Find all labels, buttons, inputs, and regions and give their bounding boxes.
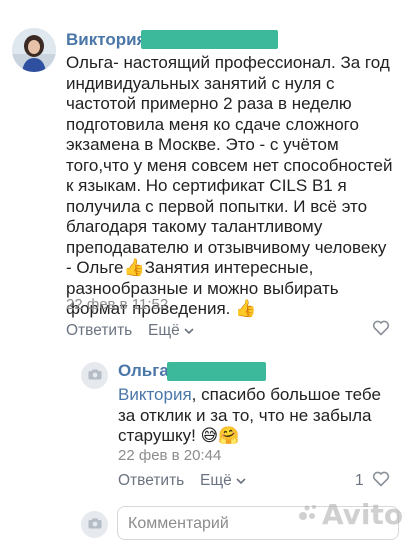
comment-author-name[interactable]: Виктория (66, 30, 146, 50)
avito-watermark: Avito (298, 498, 403, 531)
comment-body: Ольга- настоящий профессионал. За год ин… (66, 53, 393, 277)
reply-more-label: Ещё (200, 472, 232, 489)
reply-author-name[interactable]: Ольга (118, 361, 169, 381)
reply-name-mask (167, 362, 266, 381)
mention-link[interactable]: Виктория (118, 385, 192, 404)
like-heart-icon[interactable] (372, 471, 390, 492)
avatar-olga[interactable] (81, 362, 108, 389)
thumbs-up-emoji-icon-end: 👍 (235, 299, 257, 318)
comment-more-button[interactable]: Ещё (148, 322, 194, 340)
like-heart-icon[interactable] (372, 320, 390, 341)
comment-more-label: Ещё (148, 322, 180, 339)
avito-watermark-text: Avito (322, 498, 403, 531)
reply-like-count: 1 (355, 472, 364, 489)
comment-text: Ольга- настоящий профессионал. За год ин… (66, 53, 396, 320)
avito-logo-icon (298, 502, 318, 527)
reply-date: 22 фев в 20:44 (118, 447, 222, 464)
chevron-down-icon (184, 322, 194, 339)
reply-more-button[interactable]: Ещё (200, 472, 246, 490)
camera-icon (88, 516, 102, 534)
comment-reply-button[interactable]: Ответить (66, 322, 132, 340)
thumbs-up-emoji-icon: 👍 (123, 258, 145, 277)
composer-avatar (81, 511, 108, 538)
chevron-down-icon (236, 472, 246, 489)
smile-emoji-icon: 😅🤗 (200, 426, 240, 445)
avatar-viktoria[interactable] (12, 28, 56, 72)
author-name-mask (141, 30, 278, 49)
reply-reply-button[interactable]: Ответить (118, 472, 184, 490)
comment-input-placeholder: Комментарий (128, 515, 229, 532)
reply-text: Виктория, спасибо большое тебе за отклик… (118, 385, 396, 447)
camera-icon (88, 367, 102, 385)
comment-date: 22 фев в 11:52 (66, 296, 169, 313)
